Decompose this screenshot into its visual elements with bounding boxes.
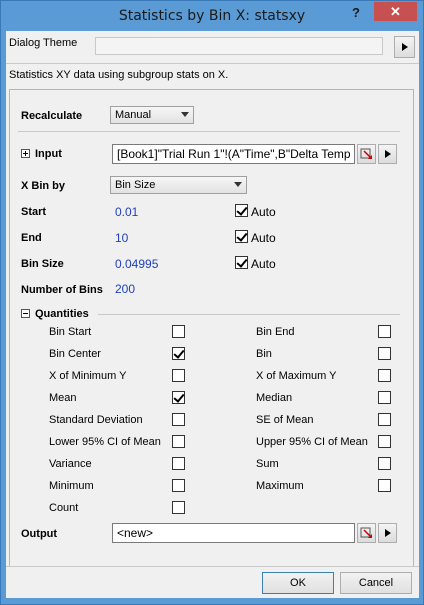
arrow-right-icon	[402, 43, 408, 51]
qty-label-se-mean: SE of Mean	[256, 414, 314, 426]
qty-checkbox-variance[interactable]	[172, 457, 185, 470]
binsize-label: Bin Size	[21, 258, 64, 270]
qty-label-maximum: Maximum	[256, 480, 304, 492]
numbins-value: 200	[115, 282, 136, 296]
start-value[interactable]: 0.01	[115, 205, 138, 219]
qty-checkbox-bin[interactable]	[378, 347, 391, 360]
qty-label-count: Count	[49, 502, 79, 514]
chevron-down-icon	[181, 112, 189, 117]
theme-label: Dialog Theme	[9, 37, 78, 49]
qty-checkbox-std-dev[interactable]	[172, 413, 185, 426]
xbin-label: X Bin by	[21, 180, 66, 192]
binsize-value[interactable]: 0.04995	[115, 257, 158, 271]
divider	[98, 314, 400, 315]
qty-label-median: Median	[256, 392, 293, 404]
input-field[interactable]: [Book1]"Trial Run 1"!(A"Time",B"Delta Te…	[112, 144, 355, 164]
start-label: Start	[21, 206, 47, 218]
input-label: Input	[35, 148, 62, 160]
qty-checkbox-mean[interactable]	[172, 391, 185, 404]
binsize-auto-label: Auto	[251, 257, 276, 271]
qty-checkbox-x-min-y[interactable]	[172, 369, 185, 382]
qty-label-x-max-y: X of Maximum Y	[256, 370, 337, 382]
chevron-down-icon	[234, 182, 242, 187]
recalculate-select[interactable]: Manual	[110, 106, 194, 124]
end-auto-checkbox[interactable]	[235, 230, 248, 243]
close-button[interactable]: ✕	[374, 2, 417, 21]
select-output-button[interactable]	[357, 523, 376, 543]
xbin-select[interactable]: Bin Size	[110, 176, 247, 194]
qty-checkbox-se-mean[interactable]	[378, 413, 391, 426]
qty-checkbox-bin-center[interactable]	[172, 347, 185, 360]
qty-label-lower-ci: Lower 95% CI of Mean	[49, 436, 161, 448]
qty-checkbox-lower-ci[interactable]	[172, 435, 185, 448]
qty-checkbox-x-max-y[interactable]	[378, 369, 391, 382]
output-label: Output	[21, 528, 58, 540]
collapse-icon[interactable]	[21, 309, 30, 318]
select-range-icon	[360, 148, 372, 159]
help-button[interactable]: ?	[352, 5, 360, 20]
start-auto-checkbox[interactable]	[235, 204, 248, 217]
qty-label-bin: Bin	[256, 348, 272, 360]
qty-label-upper-ci: Upper 95% CI of Mean	[256, 436, 368, 448]
divider	[6, 566, 419, 567]
start-auto-label: Auto	[251, 205, 276, 219]
dialog-window: Statistics by Bin X: statsxy ? ✕ Dialog …	[0, 0, 424, 605]
title-bar[interactable]: Statistics by Bin X: statsxy ? ✕	[1, 1, 423, 31]
ok-button[interactable]: OK	[262, 572, 334, 594]
qty-label-bin-start: Bin Start	[49, 326, 92, 338]
qty-label-bin-center: Bin Center	[49, 348, 101, 360]
qty-label-bin-end: Bin End	[256, 326, 295, 338]
output-menu-button[interactable]	[378, 523, 397, 543]
recalculate-label: Recalculate	[21, 110, 83, 122]
theme-field[interactable]	[95, 37, 383, 55]
xbin-value: Bin Size	[115, 179, 156, 191]
numbins-label: Number of Bins	[21, 284, 103, 296]
qty-checkbox-median[interactable]	[378, 391, 391, 404]
end-label: End	[21, 232, 42, 244]
input-menu-button[interactable]	[378, 144, 397, 164]
qty-label-mean: Mean	[49, 392, 77, 404]
description-text: Statistics XY data using subgroup stats …	[9, 69, 229, 81]
qty-checkbox-bin-start[interactable]	[172, 325, 185, 338]
binsize-auto-checkbox[interactable]	[235, 256, 248, 269]
qty-label-variance: Variance	[49, 458, 92, 470]
cancel-button[interactable]: Cancel	[340, 572, 412, 594]
qty-checkbox-maximum[interactable]	[378, 479, 391, 492]
select-range-button[interactable]	[357, 144, 376, 164]
divider	[6, 63, 419, 64]
output-field[interactable]: <new>	[112, 523, 355, 543]
qty-checkbox-bin-end[interactable]	[378, 325, 391, 338]
qty-checkbox-upper-ci[interactable]	[378, 435, 391, 448]
arrow-right-icon	[385, 529, 391, 537]
qty-label-sum: Sum	[256, 458, 279, 470]
qty-label-std-dev: Standard Deviation	[49, 414, 143, 426]
qty-checkbox-count[interactable]	[172, 501, 185, 514]
qty-checkbox-minimum[interactable]	[172, 479, 185, 492]
quantities-label: Quantities	[35, 308, 89, 320]
divider	[18, 131, 400, 132]
end-value[interactable]: 10	[115, 231, 128, 245]
expand-icon[interactable]	[21, 149, 30, 158]
arrow-right-icon	[385, 150, 391, 158]
recalculate-value: Manual	[115, 109, 152, 121]
qty-checkbox-sum[interactable]	[378, 457, 391, 470]
qty-label-minimum: Minimum	[49, 480, 94, 492]
qty-label-x-min-y: X of Minimum Y	[49, 370, 127, 382]
end-auto-label: Auto	[251, 231, 276, 245]
select-range-icon	[360, 527, 372, 538]
dialog-body: Dialog Theme Statistics XY data using su…	[6, 31, 419, 598]
theme-menu-button[interactable]	[394, 36, 415, 58]
